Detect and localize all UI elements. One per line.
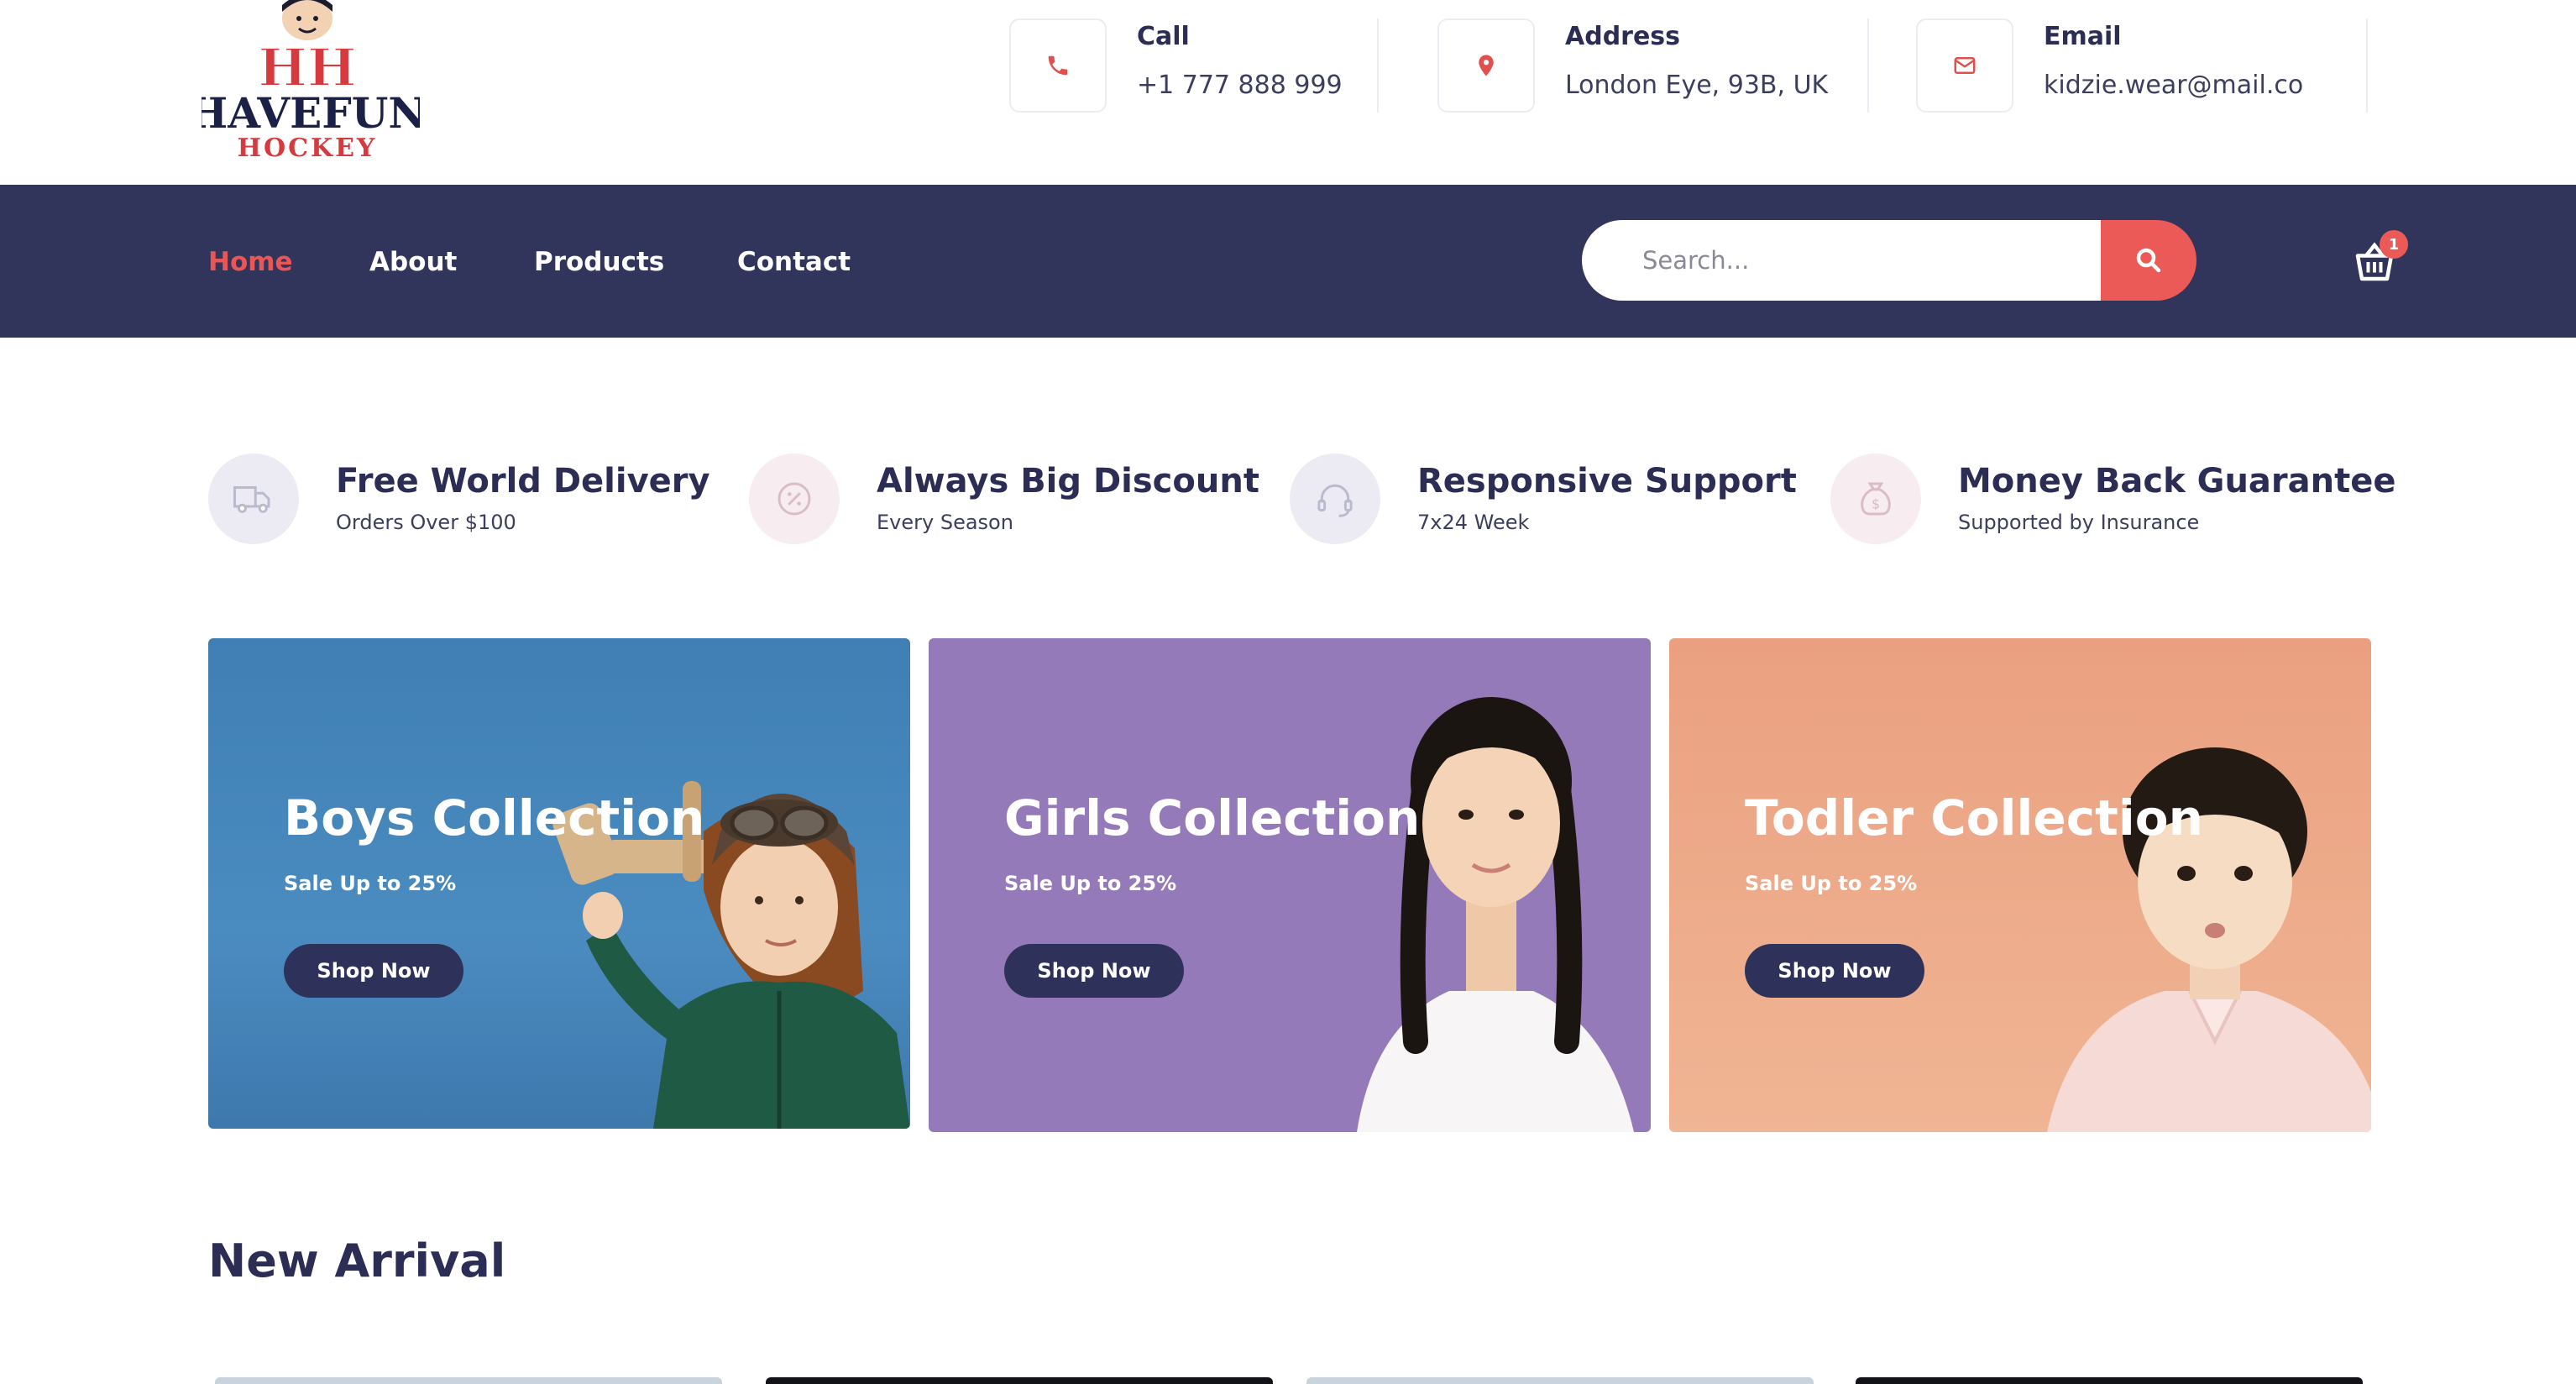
svg-text:$: $: [1872, 495, 1880, 511]
product-card[interactable]: [1856, 1377, 2363, 1384]
banner-boys-collection[interactable]: Boys Collection Sale Up to 25% Shop Now: [208, 638, 910, 1129]
top-header: HH HAVEFUN HOCKEY Call +1 777 888 999 Ad…: [0, 0, 2576, 185]
banner-subtitle: Sale Up to 25%: [1745, 872, 1918, 895]
banner-title: Boys Collection: [284, 789, 705, 847]
feature-subtitle: 7x24 Week: [1417, 511, 1530, 534]
banner-subtitle: Sale Up to 25%: [284, 872, 457, 895]
header-divider: [1867, 18, 1869, 113]
shop-now-button[interactable]: Shop Now: [1745, 944, 1924, 998]
nav-about[interactable]: About: [369, 247, 457, 277]
contact-email-value[interactable]: kidzie.wear@mail.co: [2044, 71, 2303, 100]
cart-count-badge: 1: [2380, 230, 2408, 259]
shop-now-button[interactable]: Shop Now: [284, 944, 463, 998]
nav-contact[interactable]: Contact: [737, 247, 851, 277]
money-bag-icon: $: [1830, 453, 1921, 544]
delivery-truck-icon: [208, 453, 299, 544]
boy-photo: [552, 781, 910, 1129]
banner-subtitle: Sale Up to 25%: [1004, 872, 1177, 895]
shop-now-button[interactable]: Shop Now: [1004, 944, 1184, 998]
search-button[interactable]: [2101, 220, 2196, 301]
search-bar: [1582, 220, 2196, 301]
header-divider: [1377, 18, 1379, 113]
main-navbar: Home About Products Contact 1: [0, 185, 2576, 338]
contact-call-title: Call: [1137, 22, 1190, 51]
product-card[interactable]: [766, 1377, 1273, 1384]
banner-girls-collection[interactable]: Girls Collection Sale Up to 25% Shop Now: [929, 638, 1651, 1132]
search-icon: [2136, 248, 2161, 273]
logo-wordmark: HAVEFUN: [202, 88, 420, 138]
feature-title: Money Back Guarantee: [1958, 462, 2396, 501]
contact-address-title: Address: [1565, 22, 1681, 51]
logo-subwordmark: HOCKEY: [238, 134, 378, 163]
feature-subtitle: Orders Over $100: [336, 511, 516, 534]
product-card[interactable]: [215, 1377, 722, 1384]
girl-photo: [1357, 697, 1634, 1132]
feature-title: Free World Delivery: [336, 462, 710, 501]
banner-title: Todler Collection: [1745, 789, 2203, 847]
feature-title: Responsive Support: [1417, 462, 1797, 501]
headset-icon: [1290, 453, 1380, 544]
contact-email-title: Email: [2044, 22, 2122, 51]
cart-button[interactable]: 1: [2349, 230, 2408, 287]
product-card[interactable]: [1306, 1377, 1814, 1384]
banner-todler-collection[interactable]: Todler Collection Sale Up to 25% Shop No…: [1669, 638, 2371, 1132]
search-input[interactable]: [1582, 220, 2136, 301]
feature-subtitle: Every Season: [877, 511, 1013, 534]
new-arrival-heading: New Arrival: [208, 1235, 506, 1287]
envelope-icon: [1916, 18, 2013, 113]
nav-products[interactable]: Products: [534, 247, 664, 277]
site-logo[interactable]: HH HAVEFUN HOCKEY: [188, 0, 427, 168]
feature-subtitle: Supported by Insurance: [1958, 511, 2200, 534]
nav-home[interactable]: Home: [208, 247, 293, 277]
feature-title: Always Big Discount: [877, 462, 1259, 501]
contact-call-value[interactable]: +1 777 888 999: [1137, 71, 1343, 100]
header-divider: [2366, 18, 2368, 113]
contact-address-value: London Eye, 93B, UK: [1565, 71, 1829, 100]
banner-title: Girls Collection: [1004, 789, 1421, 847]
map-pin-icon: [1437, 18, 1535, 113]
discount-percent-icon: [749, 453, 840, 544]
phone-icon: [1009, 18, 1107, 113]
